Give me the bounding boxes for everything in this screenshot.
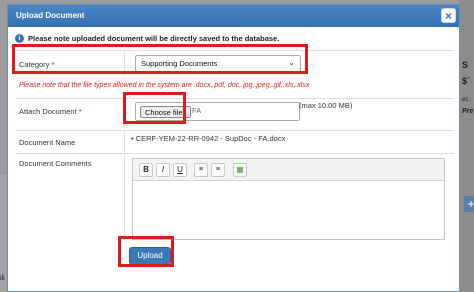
file-input[interactable]: Choose files FA [135,102,300,121]
row-divider [124,51,125,76]
underline-button[interactable]: U [173,163,187,177]
close-button[interactable]: × [441,8,456,23]
bold-button[interactable]: B [139,163,153,177]
comments-editor: B I U ≡ ≡ ▦ [132,158,445,240]
bulleted-list-icon[interactable]: ≡ [211,163,225,177]
selected-file-name: FA [192,106,202,115]
attach-label: Attach Document * [19,107,82,116]
document-name-value: • CERF-YEM-22-RR-0942 - SupDoc - FA.docx [131,134,286,143]
upload-button[interactable]: Upload [129,247,171,265]
file-type-note: Please note that the file types allowed … [19,82,310,89]
max-size-text: (max 10.00 MB) [299,101,353,110]
comments-row: Document Comments B I U ≡ ≡ ▦ [15,153,454,241]
background-text-1: S [462,60,469,70]
category-select[interactable]: Supporting Documents ⌄ [135,55,301,72]
background-text-3: ec [462,97,469,103]
row-divider [124,131,125,152]
background-text-2: $´ [462,76,471,86]
choose-files-button[interactable]: Choose files [140,106,192,118]
category-row: Category * Supporting Documents ⌄ [15,50,454,76]
info-icon: i [15,34,24,43]
modal-header: Upload Document × [8,5,459,27]
editor-toolbar: B I U ≡ ≡ ▦ [133,159,444,181]
background-bottom-text: ili [0,275,5,282]
row-divider [124,154,125,241]
comments-label: Document Comments [19,159,92,168]
document-name-row: Document Name • CERF-YEM-22-RR-0942 - Su… [15,130,454,152]
notice-text: Please note uploaded document will be di… [28,34,280,43]
category-label: Category * [19,60,55,69]
category-select-value: Supporting Documents [141,59,218,68]
background-text-4: Pre [462,108,474,115]
more-options-icon[interactable]: ▦ [233,163,247,177]
attach-row: Attach Document * Choose files FA (max 1… [15,98,454,126]
background-plus-button: + [464,196,474,212]
upload-document-modal: Upload Document × i Please note uploaded… [7,4,460,292]
row-divider [124,99,125,126]
comments-textarea[interactable] [133,181,444,239]
save-notice: i Please note uploaded document will be … [15,34,279,43]
numbered-list-icon[interactable]: ≡ [194,163,208,177]
modal-title: Upload Document [16,11,85,20]
document-name-label: Document Name [19,138,76,147]
italic-button[interactable]: I [156,163,170,177]
chevron-down-icon: ⌄ [288,58,295,67]
background-right-strip [459,0,474,292]
